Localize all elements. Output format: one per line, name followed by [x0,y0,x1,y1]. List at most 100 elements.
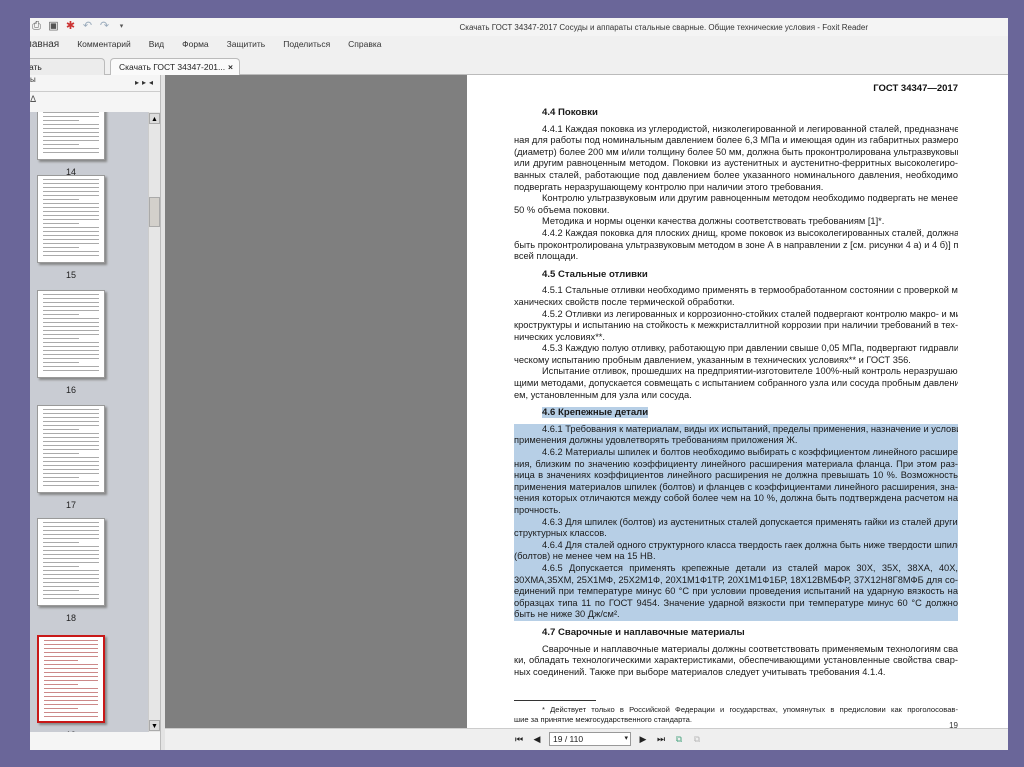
tab-start[interactable]: ать [30,58,105,75]
scrollbar-thumb[interactable] [149,197,160,227]
previous-page-icon[interactable]: ◀ [531,734,543,745]
text-line: ния, близким по значению коэффициенту ли… [514,458,958,471]
paragraph: 4.6.3 Для шпилек (болтов) из аустенитных… [514,516,958,540]
page-number-field[interactable]: 19 / 110 ▾ [549,732,631,746]
thumbnail-text-line [43,223,79,224]
thumbnail-text-line [43,247,79,248]
thumbnail-text-line [43,342,99,343]
text-line: Контролю ультразвуковым или другим равно… [542,193,958,204]
text-line: прочность. [514,505,958,517]
text-line: применения материалов шпилек (болтов) и … [514,481,958,494]
print-icon[interactable]: ⎙ [30,20,43,33]
thumbnail-text-line [43,550,99,551]
window-title: Скачать ГОСТ 34347-2017 Сосуды и аппарат… [459,23,868,32]
menu-form[interactable]: Форма [173,36,218,56]
page-thumbnail[interactable] [37,290,105,378]
heading-text: 4.7 Сварочные и наплавочные материалы [542,626,745,638]
thumbnail-text-line [44,676,98,677]
menu-home[interactable]: лавная [30,36,68,56]
thumbnail-text-line [43,546,99,547]
text-line: или другим равноценным методом. Поковки … [514,158,958,169]
thumbnail-text-line [43,124,99,125]
thumbnail-text-line [43,211,99,212]
text-line: быть проконтролирована ультразвуковым ме… [514,239,958,250]
menu-protect[interactable]: Защитить [218,36,275,56]
thumbnail-text-line [43,534,99,535]
thumbnail-options-icon[interactable]: ᐃ [30,92,160,112]
thumbnail-page-label: 16 [65,385,76,395]
thumbnail-text-line [43,148,99,149]
paragraph: 4.5.3 Каждую полую отливку, работающую п… [514,343,958,366]
thumbnail-text-line [43,231,99,232]
collapse-icon[interactable]: ◂ [149,78,156,87]
thumbnail-text-line [43,574,99,575]
text-line: применения должны удовлетворять требован… [514,435,958,448]
redo-icon[interactable]: ↷ [98,20,111,33]
page-thumbnail[interactable] [37,635,105,723]
text-line: 4.6.1 Требования к материалам, виды их и… [514,423,958,436]
thumbnail-text-line [43,582,99,583]
pdf-page: ГОСТ 34347—2017 4.4 Поковки 4.4.1 Каждая … [467,75,1008,728]
close-tab-icon[interactable]: × [228,62,233,72]
customize-dropdown-icon[interactable]: ▾ [115,20,128,33]
paragraph: 4.6.4 Для сталей одного структурного кла… [514,539,958,563]
thumbnail-text-line [44,700,98,701]
thumbnail-text-line [44,680,98,681]
thumbnail-text-line [43,598,99,599]
thumbnail-text-line [43,453,79,454]
next-page-icon[interactable]: ▶ [637,734,649,745]
last-page-icon[interactable]: ⏭ [655,734,667,745]
paragraph: Контролю ультразвуковым или другим равно… [514,193,958,216]
next-view-icon[interactable]: ⧉ [691,734,703,745]
paragraph: 4.4.1 Каждая поковка из углеродистой, ни… [514,124,958,194]
thumbnail-text-line [43,346,99,347]
paragraph: 4.5.1 Стальные отливки необходимо примен… [514,285,958,308]
menu-comment[interactable]: Комментарий [68,36,140,56]
thumbnail-text-line [43,120,79,121]
page-thumbnails-panel: ы▸▸◂ ᐃ 141516171819 ▲▼ [30,75,160,750]
scroll-up-icon[interactable]: ▲ [149,113,160,124]
menu-share[interactable]: Поделиться [274,36,339,56]
thumbnail-text-line [43,294,99,295]
page-number-value: 19 / 110 [553,734,584,744]
page-thumbnail[interactable] [37,112,105,160]
page-thumbnail[interactable] [37,405,105,493]
previous-view-icon[interactable]: ⧉ [673,734,685,745]
thumbnail-text-line [43,578,99,579]
thumbnail-text-line [43,481,99,482]
menu-view[interactable]: Вид [140,36,173,56]
thumbnail-text-line [43,318,99,319]
thumbnail-page-label: 17 [65,500,76,510]
chevron-down-icon[interactable]: ▾ [624,734,628,742]
text-line: (болтов) не менее чем на 15 НВ. [514,551,958,563]
expand-icon[interactable]: ▸▸ [135,78,149,87]
thumbnail-text-line [43,441,99,442]
text-line: 4.6.4 Для сталей одного структурного кла… [514,539,958,552]
new-document-icon[interactable]: ✱ [64,20,77,33]
thumbnail-text-line [43,554,99,555]
undo-icon[interactable]: ↶ [81,20,94,33]
quick-access-toolbar: ⎙ ▣ ✱ ↶ ↷ ▾ [30,20,128,33]
save-icon[interactable]: ▣ [47,20,60,33]
thumbnail-text-line [43,179,99,180]
thumbnail-text-line [43,314,79,315]
thumbnail-text-line [44,660,78,661]
thumbnail-text-line [43,437,99,438]
text-line: быть не ниже 30 Дж/см². [514,609,958,621]
first-page-icon[interactable]: ⏮ [513,734,525,745]
thumbnail-text-line [43,354,99,355]
page-thumbnail[interactable] [37,175,105,263]
thumbnail-text-line [43,429,79,430]
thumbnail-scrollbar[interactable]: ▲ ▼ [148,112,160,732]
scroll-down-icon[interactable]: ▼ [149,720,160,731]
tab-document[interactable]: Скачать ГОСТ 34347-201... × [110,58,240,75]
page-thumbnail[interactable] [37,518,105,606]
tab-label: ать [30,62,42,72]
text-line: Испытание отливок, прошедших на предприя… [542,366,958,377]
thumbnail-text-line [43,526,99,527]
text-line: 4.6.5 Допускается применять крепежные де… [514,562,958,575]
text-line: кроструктуры и испытанию на стойкость к … [514,320,958,331]
thumbnail-text-line [44,648,98,649]
thumbnail-text-line [43,350,99,351]
menu-help[interactable]: Справка [339,36,390,56]
